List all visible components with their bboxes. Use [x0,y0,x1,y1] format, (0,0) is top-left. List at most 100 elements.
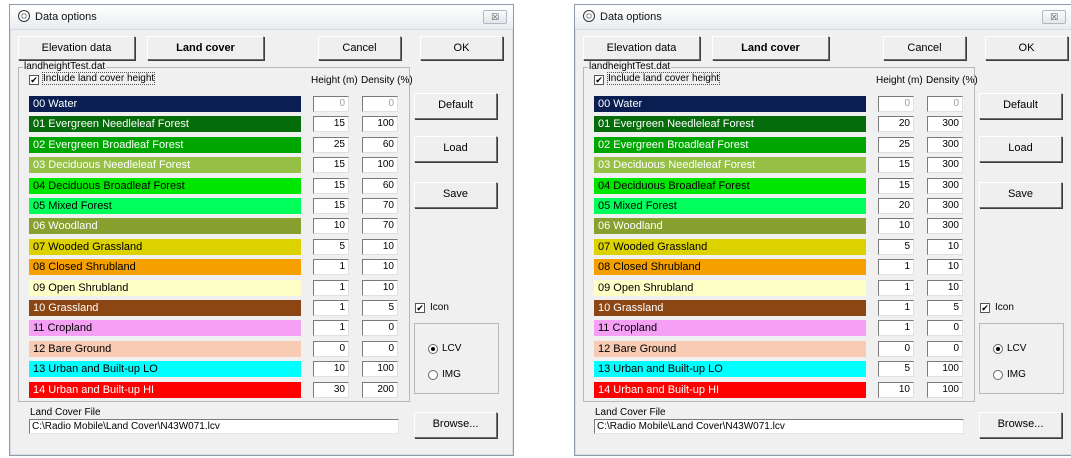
density-input[interactable]: 300 [927,116,963,133]
density-input[interactable]: 5 [362,300,398,316]
density-input[interactable]: 100 [927,381,963,398]
density-input[interactable]: 10 [927,279,963,296]
density-input[interactable]: 0 [927,320,963,337]
density-input[interactable]: 0 [927,96,963,112]
land-cover-class-row[interactable]: 11 Cropland [29,320,301,337]
land-cover-class-row[interactable]: 09 Open Shrubland [29,279,301,296]
lcv-label[interactable]: LCV [1007,343,1026,354]
land-cover-class-row[interactable]: 01 Evergreen Needleleaf Forest [594,116,866,133]
land-cover-class-row[interactable]: 03 Deciduous Needleleaf Forest [594,157,866,174]
save-button[interactable]: Save [979,182,1062,208]
density-input[interactable]: 60 [362,177,398,194]
height-input[interactable]: 10 [878,218,914,235]
land-cover-class-row[interactable]: 11 Cropland [594,320,866,337]
icon-label[interactable]: Icon [430,302,449,313]
land-cover-class-row[interactable]: 08 Closed Shrubland [29,259,301,276]
density-input[interactable]: 10 [927,238,963,255]
land-cover-class-row[interactable]: 10 Grassland [594,300,866,316]
height-input[interactable]: 1 [313,320,349,337]
height-input[interactable]: 1 [878,259,914,276]
img-radio[interactable] [993,370,1003,380]
land-cover-class-row[interactable]: 12 Bare Ground [594,340,866,357]
lcv-radio[interactable] [428,344,438,354]
browse-button[interactable]: Browse... [979,412,1062,438]
load-button[interactable]: Load [979,136,1062,162]
height-input[interactable]: 15 [313,157,349,174]
save-button[interactable]: Save [414,182,497,208]
density-input[interactable]: 300 [927,157,963,174]
density-input[interactable]: 300 [927,218,963,235]
density-input[interactable]: 300 [927,136,963,153]
land-cover-class-row[interactable]: 12 Bare Ground [29,340,301,357]
land-cover-class-row[interactable]: 06 Woodland [594,218,866,235]
cancel-button[interactable]: Cancel [883,36,966,60]
include-height-checkbox[interactable]: ✔ [594,75,604,85]
title-bar[interactable]: Data options ☒ [575,5,1071,30]
height-input[interactable]: 5 [878,238,914,255]
land-cover-class-row[interactable]: 07 Wooded Grassland [29,238,301,255]
default-button[interactable]: Default [979,93,1062,119]
density-input[interactable]: 0 [362,320,398,337]
land-cover-class-row[interactable]: 05 Mixed Forest [594,198,866,214]
density-input[interactable]: 10 [362,259,398,276]
land-cover-class-row[interactable]: 00 Water [594,96,866,112]
height-input[interactable]: 15 [878,177,914,194]
tab-land-cover[interactable]: Land cover [712,36,829,60]
height-input[interactable]: 15 [313,116,349,133]
land-cover-file-input[interactable]: C:\Radio Mobile\Land Cover\N43W071.lcv [29,419,399,434]
land-cover-class-row[interactable]: 14 Urban and Built-up HI [594,381,866,398]
tab-land-cover[interactable]: Land cover [147,36,264,60]
land-cover-class-row[interactable]: 14 Urban and Built-up HI [29,381,301,398]
land-cover-class-row[interactable]: 01 Evergreen Needleleaf Forest [29,116,301,133]
density-input[interactable]: 100 [362,116,398,133]
height-input[interactable]: 0 [313,340,349,357]
ok-button[interactable]: OK [985,36,1068,60]
land-cover-file-input[interactable]: C:\Radio Mobile\Land Cover\N43W071.lcv [594,419,964,434]
browse-button[interactable]: Browse... [414,412,497,438]
land-cover-class-row[interactable]: 13 Urban and Built-up LO [29,361,301,378]
ok-button[interactable]: OK [420,36,503,60]
height-input[interactable]: 1 [878,279,914,296]
density-input[interactable]: 10 [927,259,963,276]
height-input[interactable]: 0 [313,96,349,112]
density-input[interactable]: 100 [362,361,398,378]
density-input[interactable]: 10 [362,238,398,255]
include-height-checkbox[interactable]: ✔ [29,75,39,85]
include-height-label[interactable]: Include land cover height [41,72,156,85]
default-button[interactable]: Default [414,93,497,119]
density-input[interactable]: 5 [927,300,963,316]
height-input[interactable]: 15 [313,198,349,214]
title-bar[interactable]: Data options ☒ [10,5,513,30]
close-button[interactable]: ☒ [1042,10,1066,24]
cancel-button[interactable]: Cancel [318,36,401,60]
land-cover-class-row[interactable]: 04 Deciduous Broadleaf Forest [29,177,301,194]
land-cover-class-row[interactable]: 10 Grassland [29,300,301,316]
height-input[interactable]: 1 [878,300,914,316]
land-cover-class-row[interactable]: 02 Evergreen Broadleaf Forest [594,136,866,153]
height-input[interactable]: 15 [878,157,914,174]
height-input[interactable]: 10 [878,381,914,398]
land-cover-class-row[interactable]: 06 Woodland [29,218,301,235]
tab-elevation-data[interactable]: Elevation data [583,36,700,60]
density-input[interactable]: 0 [362,96,398,112]
density-input[interactable]: 70 [362,218,398,235]
land-cover-class-row[interactable]: 04 Deciduous Broadleaf Forest [594,177,866,194]
lcv-label[interactable]: LCV [442,343,461,354]
land-cover-class-row[interactable]: 00 Water [29,96,301,112]
land-cover-class-row[interactable]: 09 Open Shrubland [594,279,866,296]
density-input[interactable]: 300 [927,198,963,214]
density-input[interactable]: 0 [362,340,398,357]
density-input[interactable]: 70 [362,198,398,214]
height-input[interactable]: 1 [878,320,914,337]
height-input[interactable]: 10 [313,361,349,378]
height-input[interactable]: 20 [878,116,914,133]
land-cover-class-row[interactable]: 07 Wooded Grassland [594,238,866,255]
load-button[interactable]: Load [414,136,497,162]
density-input[interactable]: 10 [362,279,398,296]
icon-label[interactable]: Icon [995,302,1014,313]
include-height-label[interactable]: Include land cover height [606,72,721,85]
height-input[interactable]: 15 [313,177,349,194]
lcv-radio[interactable] [993,344,1003,354]
close-button[interactable]: ☒ [483,10,507,24]
height-input[interactable]: 25 [313,136,349,153]
